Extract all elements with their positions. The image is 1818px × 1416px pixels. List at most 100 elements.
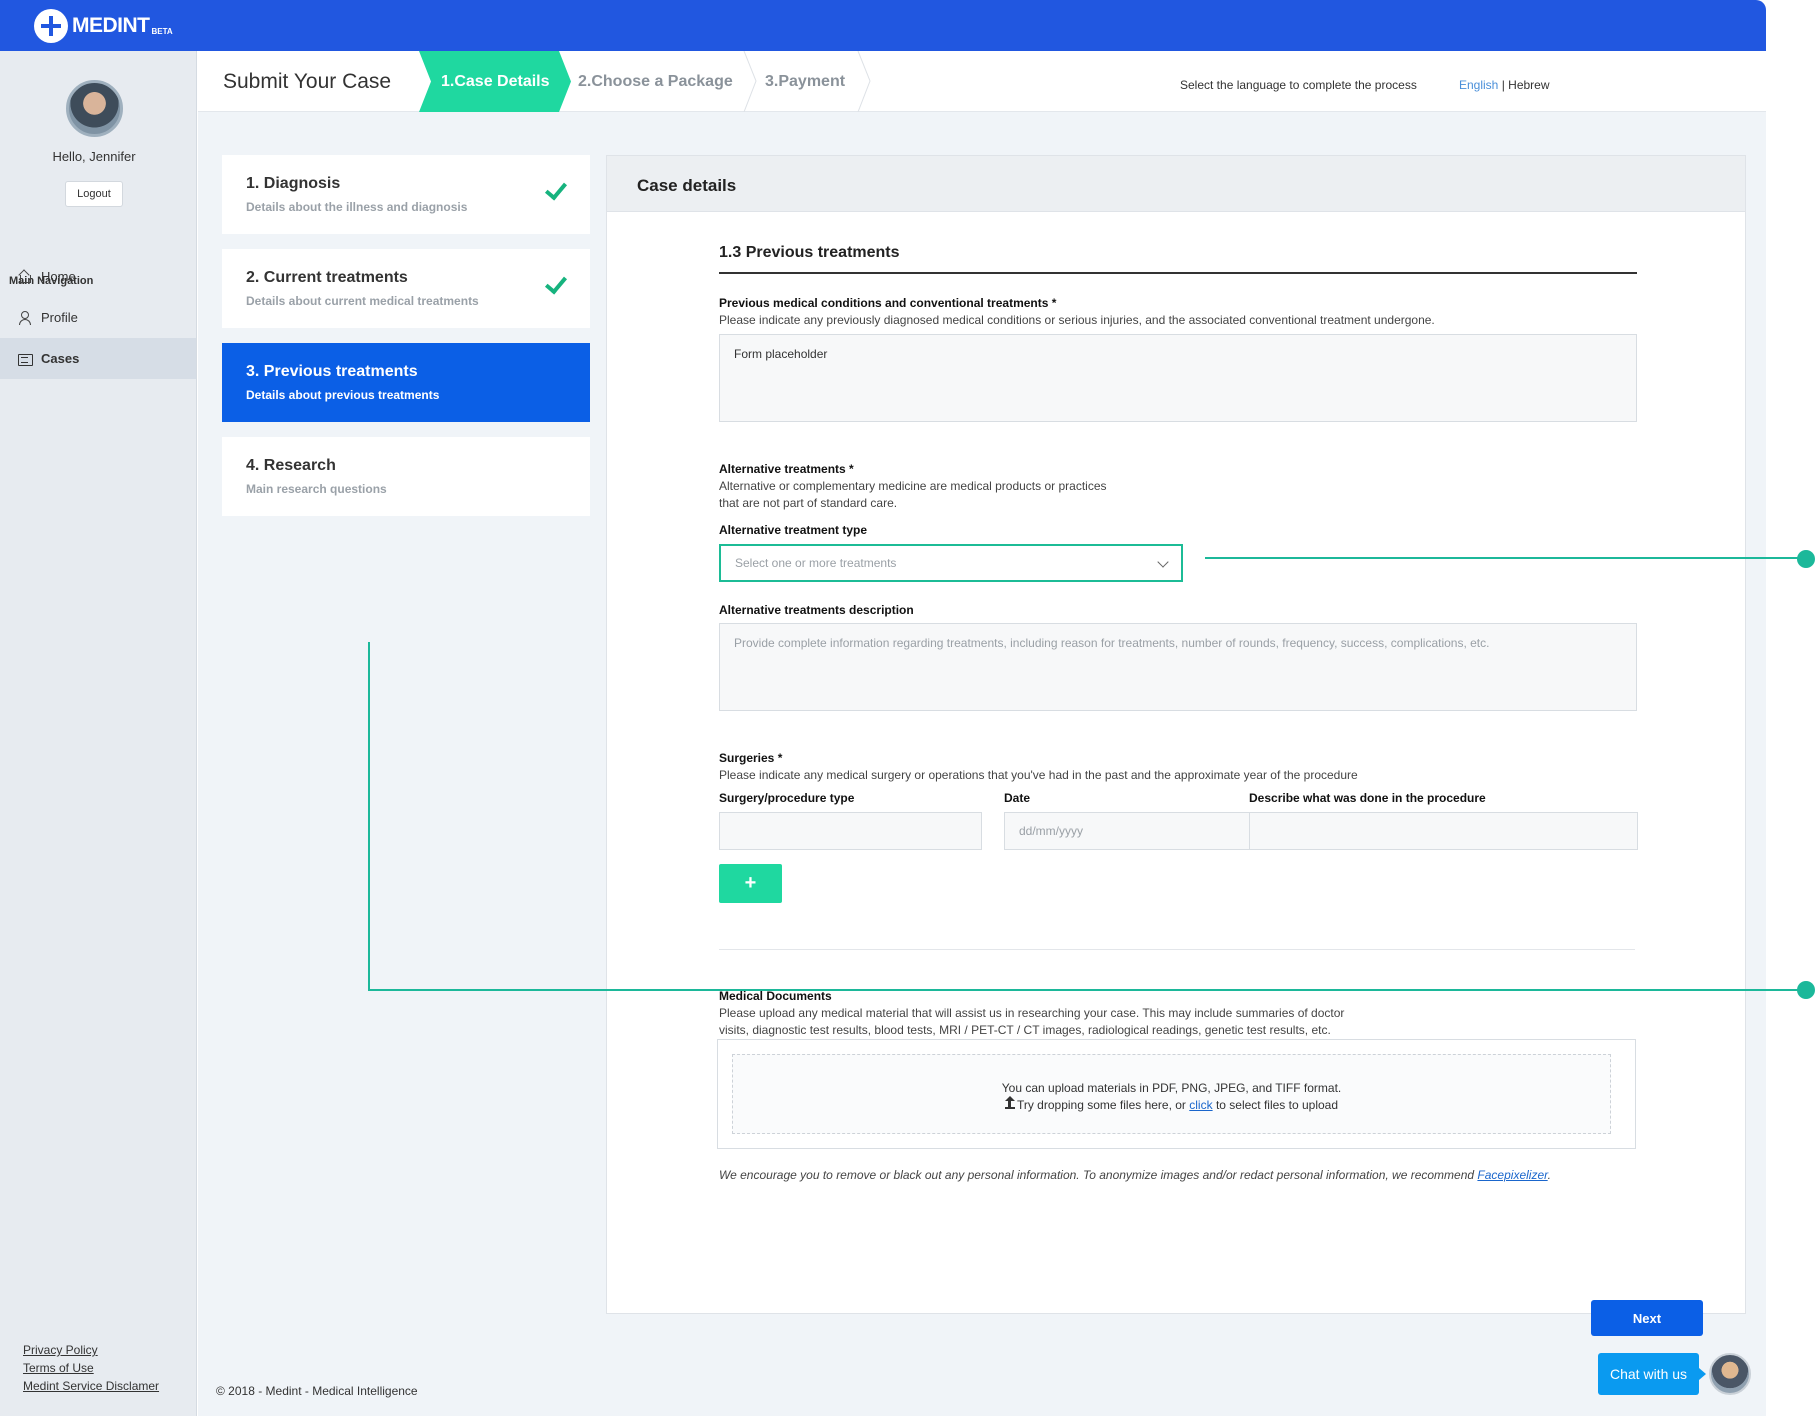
sidebar: Hello, Jennifer Logout Main Navigation H… — [0, 51, 197, 1416]
sidebar-item-home[interactable]: Home — [0, 256, 196, 297]
terms-of-use-link[interactable]: Terms of Use — [23, 1359, 159, 1377]
previous-conditions-description: Please indicate any previously diagnosed… — [719, 313, 1435, 327]
step-separator-chevron — [743, 51, 757, 112]
previous-conditions-label: Previous medical conditions and conventi… — [719, 296, 1057, 310]
step-card-subtitle: Details about previous treatments — [246, 388, 440, 402]
copyright: © 2018 - Medint - Medical Intelligence — [216, 1384, 418, 1398]
sidebar-item-label: Cases — [41, 351, 80, 366]
step-card-title: 4. Research — [246, 457, 336, 474]
upload-drop-text: Try dropping some files here, or — [1016, 1098, 1190, 1112]
upload-instructions: Try dropping some files here, or click t… — [733, 1096, 1610, 1114]
upload-dropzone[interactable]: You can upload materials in PDF, PNG, JP… — [717, 1039, 1636, 1149]
alternative-description-label: Alternative treatments description — [719, 603, 914, 617]
greeting: Hello, Jennifer — [52, 149, 136, 164]
sidebar-item-cases[interactable]: Cases — [0, 338, 196, 379]
privacy-notice-text: We encourage you to remove or black out … — [719, 1168, 1475, 1182]
add-surgery-button[interactable]: + — [719, 864, 782, 903]
annotation-line — [368, 642, 370, 991]
alternative-type-placeholder: Select one or more treatments — [735, 556, 897, 570]
annotation-line — [368, 989, 1805, 991]
annotation-dot — [1797, 981, 1815, 999]
section-divider — [719, 949, 1635, 950]
check-icon — [546, 277, 568, 291]
logo-text: MEDINT — [72, 14, 150, 37]
alternative-type-label: Alternative treatment type — [719, 523, 868, 537]
beta-badge: BETA — [151, 26, 173, 36]
step-card-diagnosis[interactable]: 1. Diagnosis Details about the illness a… — [222, 155, 590, 234]
step-card-subtitle: Main research questions — [246, 482, 387, 496]
section-title: 1.3 Previous treatments — [719, 244, 900, 261]
step-choose-package[interactable]: 2.Choose a Package — [578, 51, 748, 112]
step-card-research[interactable]: 4. Research Main research questions — [222, 437, 590, 516]
alternative-treatments-label: Alternative treatments * — [719, 462, 854, 476]
privacy-policy-link[interactable]: Privacy Policy — [23, 1341, 159, 1359]
step-card-title: 1. Diagnosis — [246, 175, 341, 192]
chat-agent-avatar[interactable] — [1709, 1353, 1752, 1395]
language-switcher: English | Hebrew — [1459, 78, 1550, 92]
surgery-type-label: Surgery/procedure type — [719, 791, 855, 805]
user-avatar[interactable] — [66, 80, 123, 137]
language-hebrew[interactable]: Hebrew — [1508, 78, 1549, 92]
documents-description-line: Please upload any medical material that … — [719, 1006, 1345, 1020]
upload-dropzone-inner[interactable]: You can upload materials in PDF, PNG, JP… — [732, 1054, 1611, 1134]
alternative-description-line: Alternative or complementary medicine ar… — [719, 479, 1107, 493]
logo-mark-icon — [34, 9, 68, 43]
page-header: Submit Your Case 1.Case Details 2.Choose… — [198, 51, 1766, 112]
step-case-details[interactable]: 1.Case Details — [419, 51, 571, 112]
annotation-dot — [1797, 550, 1815, 568]
sidebar-item-label: Profile — [41, 310, 78, 325]
home-icon — [18, 270, 31, 283]
surgery-date-label: Date — [1004, 791, 1031, 805]
upload-icon — [1004, 1096, 1015, 1109]
footer-links: Privacy Policy Terms of Use Medint Servi… — [23, 1341, 159, 1395]
surgeries-description: Please indicate any medical surgery or o… — [719, 768, 1358, 782]
alternative-description-line: that are not part of standard care. — [719, 496, 898, 510]
step-card-subtitle: Details about the illness and diagnosis — [246, 200, 468, 214]
alternative-description-textarea[interactable]: Provide complete information regarding t… — [719, 623, 1637, 711]
facepixelizer-link[interactable]: Facepixelizer — [1477, 1168, 1547, 1182]
step-card-title: 2. Current treatments — [246, 269, 408, 286]
upload-drop-text-end: to select files to upload — [1212, 1098, 1339, 1112]
sidebar-item-label: Home — [41, 269, 76, 284]
medint-logo[interactable]: MEDINT BETA — [34, 9, 173, 43]
alternative-treatments-description: Alternative or complementary medicine ar… — [719, 478, 1107, 512]
check-icon — [546, 183, 568, 197]
medical-documents-description: Please upload any medical material that … — [719, 1005, 1344, 1039]
logout-button[interactable]: Logout — [65, 181, 123, 207]
language-prompt: Select the language to complete the proc… — [1180, 78, 1417, 92]
top-bar: MEDINT BETA — [0, 0, 1766, 51]
documents-description-line: visits, diagnostic test results, blood t… — [719, 1023, 1331, 1037]
chevron-down-icon — [1157, 556, 1169, 568]
page-title: Submit Your Case — [223, 70, 392, 93]
medical-documents-label: Medical Documents — [719, 989, 832, 1003]
language-english[interactable]: English — [1459, 78, 1498, 92]
annotation-line — [1205, 557, 1805, 559]
step-separator-chevron — [857, 51, 871, 112]
section-divider — [719, 272, 1637, 274]
main-content: Submit Your Case 1.Case Details 2.Choose… — [198, 51, 1766, 1416]
service-disclaimer-link[interactable]: Medint Service Disclamer — [23, 1377, 159, 1395]
surgery-describe-label: Describe what was done in the procedure — [1249, 791, 1486, 805]
step-card-previous-treatments[interactable]: 3. Previous treatments Details about pre… — [222, 343, 590, 422]
step-card-subtitle: Details about current medical treatments — [246, 294, 479, 308]
step-card-title: 3. Previous treatments — [246, 363, 418, 380]
chat-with-us-button[interactable]: Chat with us — [1598, 1353, 1707, 1395]
profile-icon — [18, 311, 31, 325]
language-separator: | — [1501, 78, 1505, 92]
privacy-notice-end: . — [1547, 1168, 1552, 1182]
surgery-type-input[interactable] — [719, 812, 982, 850]
panel-title: Case details — [607, 156, 1745, 212]
cases-icon — [18, 352, 33, 366]
next-button[interactable]: Next — [1591, 1300, 1703, 1336]
case-details-panel: Case details 1.3 Previous treatments Pre… — [606, 155, 1746, 1336]
upload-click-link[interactable]: click — [1189, 1098, 1212, 1112]
chat-widget[interactable]: Chat with us — [1598, 1353, 1752, 1395]
privacy-notice: We encourage you to remove or black out … — [719, 1168, 1551, 1182]
surgeries-label: Surgeries * — [719, 751, 783, 765]
previous-conditions-textarea[interactable]: Form placeholder — [719, 334, 1637, 422]
step-card-current-treatments[interactable]: 2. Current treatments Details about curr… — [222, 249, 590, 328]
upload-formats: You can upload materials in PDF, PNG, JP… — [1001, 1081, 1342, 1095]
surgery-describe-input[interactable] — [1249, 812, 1638, 850]
sidebar-item-profile[interactable]: Profile — [0, 297, 196, 338]
alternative-type-select[interactable]: Select one or more treatments — [719, 544, 1183, 582]
